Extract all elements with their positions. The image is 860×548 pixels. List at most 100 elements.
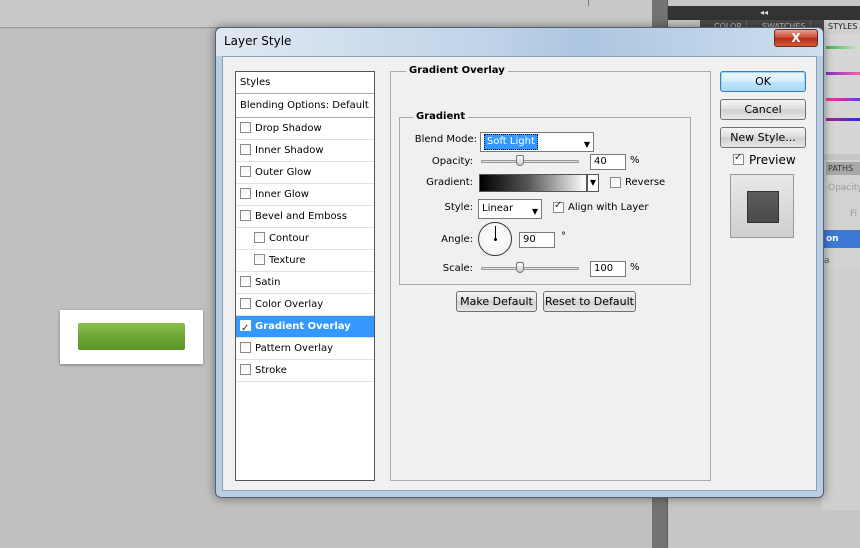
scale-slider-thumb[interactable] xyxy=(516,262,525,273)
layer-style-dialog: Layer Style X Styles Blending Options: D… xyxy=(215,27,824,498)
green-button-shape xyxy=(78,323,185,350)
styles-list: Styles Blending Options: Default Drop Sh… xyxy=(235,71,375,481)
gradient-label: Gradient: xyxy=(426,177,473,188)
opacity-label: Opacity: xyxy=(431,156,473,167)
style-select[interactable]: Linear ▼ xyxy=(478,199,542,219)
styles-list-item-contour[interactable]: Contour xyxy=(236,228,374,250)
style-preview xyxy=(730,174,794,238)
styles-list-item-pattern-overlay[interactable]: Pattern Overlay xyxy=(236,338,374,360)
opacity-input[interactable]: 40 xyxy=(590,154,626,170)
reverse-label: Reverse xyxy=(625,177,666,188)
gradient-picker-arrow[interactable]: ▼ xyxy=(587,174,599,192)
reverse-checkbox[interactable] xyxy=(610,177,621,188)
styles-list-item-satin[interactable]: Satin xyxy=(236,272,374,294)
styles-list-label: Satin xyxy=(255,277,281,288)
color-overlay-checkbox[interactable] xyxy=(240,298,251,309)
styles-list-item-styles[interactable]: Styles xyxy=(236,72,374,94)
gradient-overlay-checkbox[interactable] xyxy=(240,318,251,340)
preview-label: Preview xyxy=(749,153,796,167)
layers-opacity-label: Opacity xyxy=(828,183,860,193)
dialog-titlebar[interactable] xyxy=(216,28,823,56)
styles-list-item-bevel-emboss[interactable]: Bevel and Emboss xyxy=(236,206,374,228)
scale-slider-track[interactable] xyxy=(481,267,579,270)
styles-list-label: Gradient Overlay xyxy=(255,321,351,332)
color-slider[interactable] xyxy=(826,118,860,121)
styles-list-label: Pattern Overlay xyxy=(255,343,334,354)
color-slider[interactable] xyxy=(826,46,860,49)
styles-list-item-inner-glow[interactable]: Inner Glow xyxy=(236,184,374,206)
style-value: Linear xyxy=(482,203,514,214)
blend-mode-value: Soft Light xyxy=(484,134,538,150)
angle-input[interactable]: 90 xyxy=(519,232,555,248)
layers-list xyxy=(822,270,860,510)
styles-list-label: Drop Shadow xyxy=(255,123,322,134)
scale-label: Scale: xyxy=(442,263,473,274)
angle-dial-center xyxy=(494,238,497,241)
document xyxy=(60,310,203,364)
tab-styles[interactable]: STYLES xyxy=(824,20,860,34)
styles-list-label: Blending Options: Default xyxy=(240,100,369,111)
group-title: Gradient xyxy=(413,111,469,122)
new-style-button[interactable]: New Style... xyxy=(720,127,806,148)
styles-list-item-stroke[interactable]: Stroke xyxy=(236,360,374,382)
styles-list-item-texture[interactable]: Texture xyxy=(236,250,374,272)
contour-checkbox[interactable] xyxy=(254,232,265,243)
style-label: Style: xyxy=(444,202,474,213)
preview-checkbox[interactable] xyxy=(733,152,744,165)
inner-glow-checkbox[interactable] xyxy=(240,188,251,199)
bevel-emboss-checkbox[interactable] xyxy=(240,210,251,221)
styles-list-label: Outer Glow xyxy=(255,167,312,178)
panel-collapse-bar[interactable]: ◂◂ xyxy=(668,6,860,20)
styles-list-item-blending-options[interactable]: Blending Options: Default xyxy=(236,94,374,118)
blend-mode-label: Blend Mode: xyxy=(414,134,477,145)
styles-list-item-drop-shadow[interactable]: Drop Shadow xyxy=(236,118,374,140)
styles-list-label: Inner Shadow xyxy=(255,145,324,156)
styles-list-item-color-overlay[interactable]: Color Overlay xyxy=(236,294,374,316)
angle-unit: ° xyxy=(561,231,566,242)
make-default-button[interactable]: Make Default xyxy=(456,291,537,312)
styles-list-label: Styles xyxy=(240,77,271,88)
styles-list-item-outer-glow[interactable]: Outer Glow xyxy=(236,162,374,184)
ruler-tick xyxy=(588,0,589,6)
styles-list-label: Texture xyxy=(269,255,306,266)
blend-mode-select[interactable]: Soft Light ▼ xyxy=(480,132,594,152)
selected-layer[interactable]: on xyxy=(822,230,860,248)
styles-list-label: Inner Glow xyxy=(255,189,309,200)
ok-button[interactable]: OK xyxy=(720,71,806,92)
satin-checkbox[interactable] xyxy=(240,276,251,287)
styles-list-item-gradient-overlay[interactable]: Gradient Overlay xyxy=(236,316,374,340)
styles-list-label: Stroke xyxy=(255,365,287,376)
scale-input[interactable]: 100 xyxy=(590,261,626,277)
close-button[interactable]: X xyxy=(774,29,818,47)
tab-paths[interactable]: PATHS xyxy=(826,162,860,175)
gradient-preview[interactable] xyxy=(479,174,587,192)
styles-list-item-inner-shadow[interactable]: Inner Shadow xyxy=(236,140,374,162)
options-bar xyxy=(0,0,668,28)
opacity-slider-track[interactable] xyxy=(481,160,579,163)
align-with-layer-checkbox[interactable] xyxy=(553,200,564,213)
opacity-slider-thumb[interactable] xyxy=(516,155,525,166)
align-with-layer-label: Align with Layer xyxy=(568,202,649,213)
styles-list-label: Contour xyxy=(269,233,309,244)
dialog-title: Layer Style xyxy=(224,34,292,48)
stroke-checkbox[interactable] xyxy=(240,364,251,375)
color-slider[interactable] xyxy=(826,98,860,101)
angle-dial[interactable] xyxy=(478,222,512,256)
pattern-overlay-checkbox[interactable] xyxy=(240,342,251,353)
inner-shadow-checkbox[interactable] xyxy=(240,144,251,155)
styles-list-label: Bevel and Emboss xyxy=(255,211,347,222)
angle-label: Angle: xyxy=(441,234,473,245)
scale-unit: % xyxy=(630,262,640,273)
layers-fill-label: Fi xyxy=(850,209,858,219)
color-panel xyxy=(822,34,860,154)
drop-shadow-checkbox[interactable] xyxy=(240,122,251,133)
layer-item[interactable]: a xyxy=(824,256,830,266)
style-preview-swatch xyxy=(747,191,779,223)
styles-list-label: Color Overlay xyxy=(255,299,324,310)
cancel-button[interactable]: Cancel xyxy=(720,99,806,120)
outer-glow-checkbox[interactable] xyxy=(240,166,251,177)
opacity-unit: % xyxy=(630,155,640,166)
reset-to-default-button[interactable]: Reset to Default xyxy=(543,291,636,312)
texture-checkbox[interactable] xyxy=(254,254,265,265)
color-slider[interactable] xyxy=(826,72,860,75)
